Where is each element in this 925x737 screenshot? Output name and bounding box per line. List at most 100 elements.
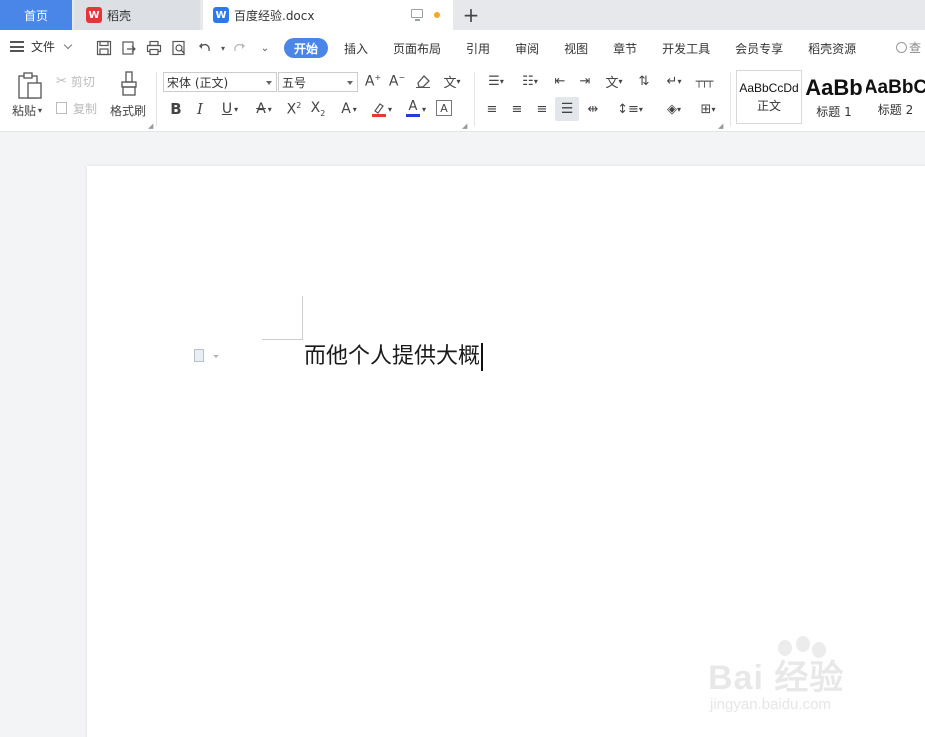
print-button[interactable] [145, 39, 163, 57]
tab-insert[interactable]: 插入 [344, 38, 368, 58]
print-preview-button[interactable] [170, 39, 188, 57]
paste-icon[interactable] [14, 70, 46, 102]
paragraph-expand-icon[interactable]: ◢ [718, 122, 723, 130]
ribbon-separator [730, 72, 731, 126]
format-painter-label: 格式刷 [110, 103, 147, 118]
tab-references[interactable]: 引用 [466, 38, 490, 58]
tab-docer-resources[interactable]: 稻壳资源 [808, 38, 856, 58]
sort-button[interactable]: ⇅ [634, 72, 654, 90]
tab-page-layout[interactable]: 页面布局 [393, 38, 441, 58]
ruler-icon: ┬┬┬ [695, 74, 714, 88]
font-expand-icon[interactable]: ◢ [462, 122, 467, 130]
save-button[interactable] [95, 39, 113, 57]
document-body-text[interactable]: 而他个人提供大概 [304, 342, 484, 372]
new-tab-button[interactable]: + [460, 3, 482, 27]
style-name: 正文 [756, 98, 781, 113]
font-color-icon: A [405, 100, 420, 117]
grow-font-button[interactable]: A+ [364, 72, 382, 90]
paste-button[interactable]: 粘贴 ▾ [12, 102, 42, 118]
highlight-button[interactable]: ▾ [368, 99, 396, 119]
tab-home[interactable]: 首页 [0, 0, 72, 30]
bold-button[interactable]: B [168, 99, 184, 119]
style-heading-1[interactable]: AaBb 标题 1 [802, 70, 866, 124]
decrease-indent-button[interactable]: ⇤ [550, 72, 570, 90]
paragraph-handle-icon[interactable] [194, 349, 204, 362]
font-name-value: 宋体 (正文) [167, 75, 229, 90]
borders-button[interactable]: ⊞ ▾ [694, 99, 722, 119]
ribbon-separator [156, 72, 157, 126]
text-effect-button[interactable]: A ▾ [336, 99, 362, 119]
shrink-font-button[interactable]: A− [388, 72, 406, 90]
copy-label: 复制 [73, 101, 98, 116]
export-pdf-button[interactable] [120, 39, 138, 57]
tab-view[interactable]: 视图 [564, 38, 588, 58]
redo-button[interactable] [230, 39, 248, 57]
style-heading-2[interactable]: AaBbC 标题 2 [866, 70, 925, 124]
tab-start[interactable]: 开始 [284, 38, 329, 58]
tab-review[interactable]: 审阅 [515, 38, 539, 58]
tab-section[interactable]: 章节 [613, 38, 637, 58]
distributed-button[interactable]: ⇹ [583, 99, 603, 119]
chinese-layout-button[interactable]: 文 ▾ [600, 72, 628, 91]
format-painter-button[interactable]: 格式刷 [110, 102, 146, 118]
superscript-button[interactable]: X2 [284, 99, 304, 119]
tab-developer[interactable]: 开发工具 [662, 38, 710, 58]
subscript-button[interactable]: X2 [308, 99, 328, 119]
chevron-down-icon [63, 40, 73, 50]
undo-button[interactable] [196, 39, 214, 57]
ribbon-separator [474, 72, 475, 126]
copy-button[interactable]: 复制 [56, 100, 97, 116]
chevron-down-icon[interactable] [213, 355, 219, 358]
show-marks-button[interactable]: ↵ ▾ [660, 72, 688, 90]
shading-button[interactable]: ◈ ▾ [660, 99, 688, 119]
clipboard-expand-icon[interactable]: ◢ [148, 122, 153, 130]
numbering-button[interactable]: ☷ ▾ [516, 72, 544, 90]
increase-indent-button[interactable]: ⇥ [575, 72, 595, 90]
line-spacing-button[interactable]: ↕≡ ▾ [616, 99, 644, 119]
border-icon: ⊞ [700, 101, 712, 117]
italic-button[interactable]: I [193, 99, 207, 119]
bold-icon: B [170, 100, 182, 118]
align-right-button[interactable]: ≡ [532, 99, 552, 119]
font-size-select[interactable]: 五号 [278, 72, 358, 92]
text-effect-icon: A [341, 101, 351, 117]
monitor-icon[interactable] [411, 9, 423, 21]
brush-icon[interactable] [118, 70, 140, 98]
strikethrough-icon: A [256, 101, 266, 117]
cut-label: 剪切 [70, 74, 95, 89]
file-menu[interactable]: 文件 [10, 38, 73, 55]
clear-format-button[interactable] [413, 72, 433, 90]
style-normal[interactable]: AaBbCcDd 正文 [736, 70, 802, 124]
tab-wps[interactable]: W 稻壳 [74, 0, 200, 30]
chevron-down-icon [347, 81, 353, 85]
justify-button[interactable]: ☰ [555, 97, 579, 121]
search-button[interactable]: 查 [896, 39, 921, 56]
scissors-icon: ✂ [56, 73, 67, 89]
phonetic-guide-button[interactable]: 文 ▾ [438, 72, 466, 91]
character-border-icon: A [440, 101, 448, 115]
font-name-select[interactable]: 宋体 (正文) [163, 72, 277, 92]
document-text: 而他个人提供大概 [304, 344, 481, 369]
bullets-button[interactable]: ☰ ▾ [482, 72, 510, 90]
cut-button[interactable]: ✂ 剪切 [56, 73, 95, 89]
watermark-sub: jingyan.baidu.com [710, 696, 831, 713]
strikethrough-button[interactable]: A ▾ [250, 99, 278, 119]
ruler-button[interactable]: ┬┬┬ [694, 72, 714, 90]
chevron-down-icon [266, 81, 272, 85]
character-border-button[interactable]: A [436, 100, 452, 116]
bullet-list-icon: ☰ [488, 73, 500, 89]
customize-toolbar-button[interactable]: ⌄ [256, 39, 274, 57]
underline-button[interactable]: U ▾ [216, 99, 244, 119]
align-left-button[interactable]: ≡ [482, 99, 502, 119]
subscript-icon: X2 [310, 100, 326, 118]
print-icon [146, 40, 162, 56]
phonetic-icon: 文 [443, 75, 457, 91]
copy-icon [56, 102, 67, 114]
style-preview: AaBb [805, 74, 863, 100]
save-icon [96, 40, 112, 56]
tab-member[interactable]: 会员专享 [735, 38, 783, 58]
margin-corner-mark [262, 339, 303, 340]
align-center-button[interactable]: ≡ [507, 99, 527, 119]
tab-document[interactable]: W 百度经验.docx [203, 0, 453, 30]
font-color-button[interactable]: A ▾ [402, 99, 430, 119]
